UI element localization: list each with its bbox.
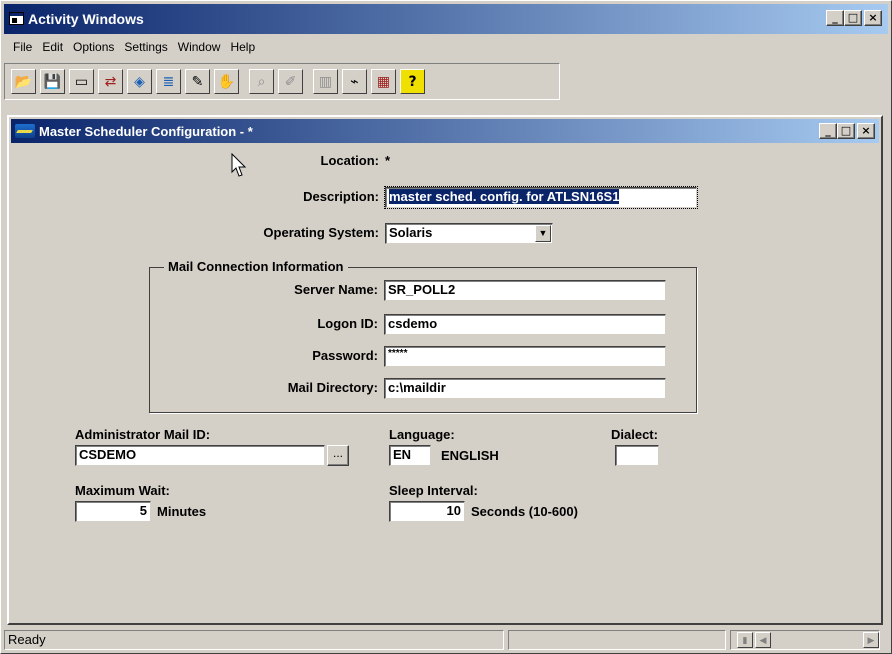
mail-directory-field[interactable]: c:\maildir — [384, 378, 666, 399]
open-folder-icon[interactable]: 📂 — [11, 69, 36, 94]
mail-group-title: Mail Connection Information — [164, 259, 348, 274]
child-minimize-button[interactable]: _ — [819, 123, 837, 139]
scroll-right-icon[interactable]: ▶ — [863, 632, 879, 648]
maximum-wait-field[interactable]: 5 — [75, 501, 151, 522]
browse-button[interactable]: ... — [327, 445, 349, 466]
password-field[interactable]: ***** — [384, 346, 666, 367]
minimize-button[interactable]: _ — [826, 10, 844, 26]
menu-edit[interactable]: Edit — [37, 40, 68, 54]
server-name-field[interactable]: SR_POLL2 — [384, 280, 666, 301]
toolbar: 📂 💾 ▭ ⇄ ◈ ≣ ✎ ✋ ⌕ ✐ ▥ ⌁ ▦ ? — [4, 63, 560, 100]
network-icon[interactable]: ◈ — [127, 69, 152, 94]
master-scheduler-window: Master Scheduler Configuration - * _ □ ×… — [7, 115, 883, 625]
menu-options[interactable]: Options — [68, 40, 119, 54]
administrator-mail-id-field[interactable]: CSDEMO — [75, 445, 325, 466]
description-field[interactable]: master sched. config. for ATLSN16S1 — [384, 186, 698, 209]
help-icon[interactable]: ? — [400, 69, 425, 94]
description-value: master sched. config. for ATLSN16S1 — [389, 189, 620, 204]
close-button[interactable]: × — [864, 10, 882, 26]
maximum-wait-unit: Minutes — [157, 504, 207, 519]
menu-window[interactable]: Window — [173, 40, 226, 54]
edit-document-icon[interactable]: ✎ — [185, 69, 210, 94]
mail-directory-label: Mail Directory: — [287, 380, 378, 395]
child-title: Master Scheduler Configuration - * — [39, 123, 253, 139]
scheduler-icon[interactable]: ⌁ — [342, 69, 367, 94]
child-close-button[interactable]: × — [857, 123, 875, 139]
search-icon[interactable]: ⌕ — [249, 69, 274, 94]
maximum-wait-label: Maximum Wait: — [75, 483, 170, 498]
application-window: Activity Windows _ □ × File Edit Options… — [0, 0, 892, 654]
child-maximize-button[interactable]: □ — [837, 123, 855, 139]
app-icon — [9, 12, 24, 25]
grid-icon[interactable]: ▦ — [371, 69, 396, 94]
menu-bar: File Edit Options Settings Window Help — [4, 36, 888, 58]
dialect-label: Dialect: — [611, 427, 658, 442]
status-text: Ready — [4, 630, 504, 650]
operating-system-label: Operating System: — [263, 225, 379, 240]
language-name: ENGLISH — [441, 448, 499, 463]
list-icon[interactable]: ≣ — [156, 69, 181, 94]
app-titlebar[interactable]: Activity Windows _ □ × — [4, 4, 888, 34]
app-window-controls: _ □ × — [826, 10, 882, 26]
menu-help[interactable]: Help — [225, 40, 260, 54]
app-title: Activity Windows — [28, 11, 144, 27]
location-value: * — [385, 153, 391, 168]
edit-form-icon[interactable]: ✐ — [278, 69, 303, 94]
location-label: Location: — [320, 153, 380, 168]
language-label: Language: — [389, 427, 455, 442]
mail-connection-group: Mail Connection Information Server Name:… — [149, 259, 697, 413]
description-label: Description: — [303, 189, 379, 204]
password-label: Password: — [312, 348, 378, 363]
administrator-mail-id-label: Administrator Mail ID: — [75, 427, 211, 442]
menu-file[interactable]: File — [8, 40, 37, 54]
save-disk-icon[interactable]: 💾 — [40, 69, 65, 94]
operating-system-value: Solaris — [389, 225, 433, 240]
logon-id-label: Logon ID: — [317, 316, 378, 331]
scheduler-window-icon — [15, 124, 35, 138]
child-window-controls: _ □ × — [819, 123, 875, 139]
maximize-button[interactable]: □ — [844, 10, 862, 26]
scroll-left-icon[interactable]: ◀ — [755, 632, 771, 648]
sleep-interval-unit: Seconds (10-600) — [471, 504, 578, 519]
language-code-field[interactable]: EN — [389, 445, 431, 466]
operating-system-select[interactable]: Solaris ▼ — [385, 223, 553, 244]
server-name-label: Server Name: — [294, 282, 378, 297]
hand-icon[interactable]: ✋ — [214, 69, 239, 94]
sleep-interval-label: Sleep Interval: — [389, 483, 478, 498]
menu-settings[interactable]: Settings — [119, 40, 172, 54]
window-icon[interactable]: ▭ — [69, 69, 94, 94]
report-icon[interactable]: ▥ — [313, 69, 338, 94]
status-icon-a[interactable]: ▮ — [737, 632, 753, 648]
dialect-field[interactable] — [615, 445, 659, 466]
chevron-down-icon[interactable]: ▼ — [535, 225, 551, 242]
logon-id-field[interactable]: csdemo — [384, 314, 666, 335]
child-titlebar[interactable]: Master Scheduler Configuration - * _ □ × — [11, 119, 879, 143]
status-pane — [508, 630, 726, 650]
sleep-interval-field[interactable]: 10 — [389, 501, 465, 522]
transfer-icon[interactable]: ⇄ — [98, 69, 123, 94]
